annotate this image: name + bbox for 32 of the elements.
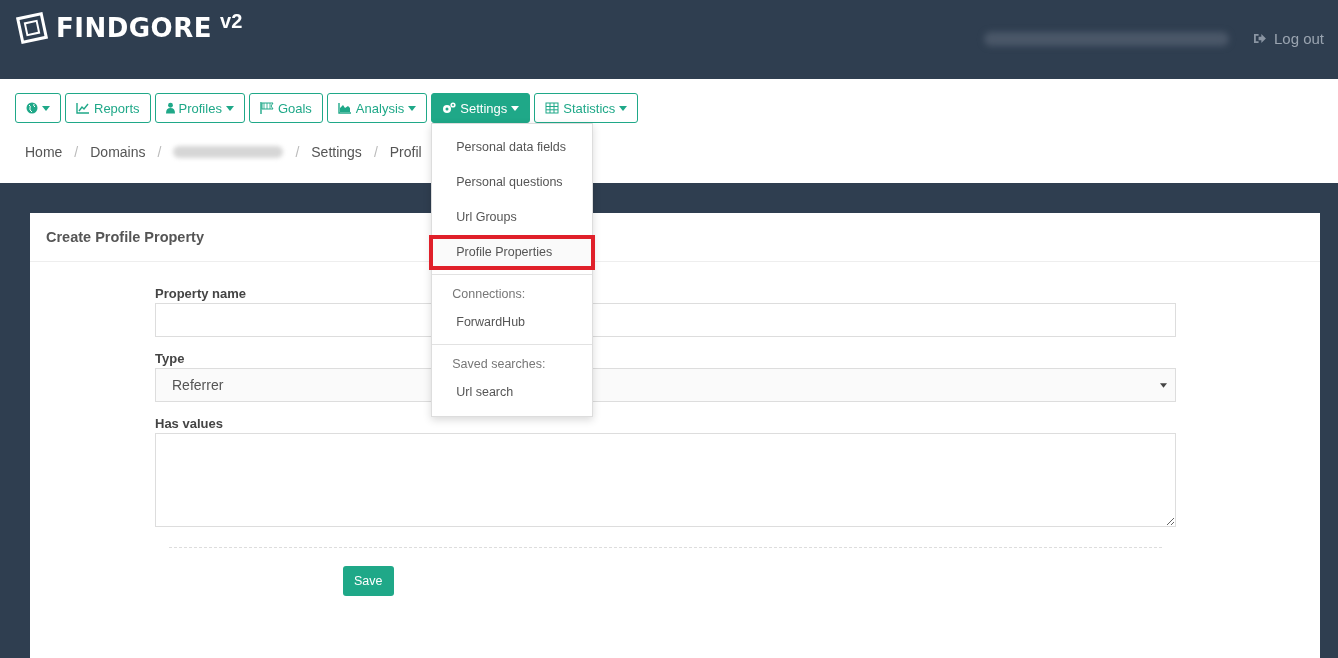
sign-out-icon <box>1252 33 1266 44</box>
field-label: Property name <box>155 286 247 301</box>
breadcrumb-current: Profil <box>389 144 422 160</box>
breadcrumb-separator: / <box>373 144 378 160</box>
breadcrumb-separator: / <box>74 144 79 160</box>
breadcrumb-separator: / <box>157 144 162 160</box>
textarea-field[interactable] <box>155 433 1176 527</box>
user-icon <box>165 102 175 114</box>
menu-item[interactable]: Url Groups <box>432 200 593 235</box>
globe-button[interactable] <box>15 93 61 123</box>
caret-icon <box>1160 382 1167 388</box>
brand-version: v2 <box>220 10 243 33</box>
breadcrumb-separator: / <box>295 144 300 160</box>
gears-icon <box>442 102 457 114</box>
brand-name: FINDGORE <box>56 13 212 43</box>
flag-icon <box>259 102 274 114</box>
breadcrumb-link[interactable]: Home <box>25 144 63 160</box>
area-chart-icon <box>337 102 352 114</box>
line-chart-icon <box>76 102 90 114</box>
breadcrumb-link[interactable]: Settings <box>311 144 362 160</box>
field-label: Has values <box>155 416 223 431</box>
menu-item[interactable]: Personal questions <box>432 165 593 200</box>
menu-item[interactable]: Profile Properties <box>429 235 596 270</box>
logout-link[interactable]: Log out <box>1252 30 1324 47</box>
breadcrumb-link[interactable]: Domains <box>90 144 146 160</box>
menu-item[interactable]: ForwardHub <box>432 305 593 340</box>
menu-header: Connections: <box>451 286 527 303</box>
table-icon <box>545 102 560 114</box>
logo-icon <box>16 12 48 44</box>
globe-icon <box>26 102 38 114</box>
field-label: Type <box>155 351 185 366</box>
menu-item[interactable]: Personal data fields <box>432 130 593 165</box>
